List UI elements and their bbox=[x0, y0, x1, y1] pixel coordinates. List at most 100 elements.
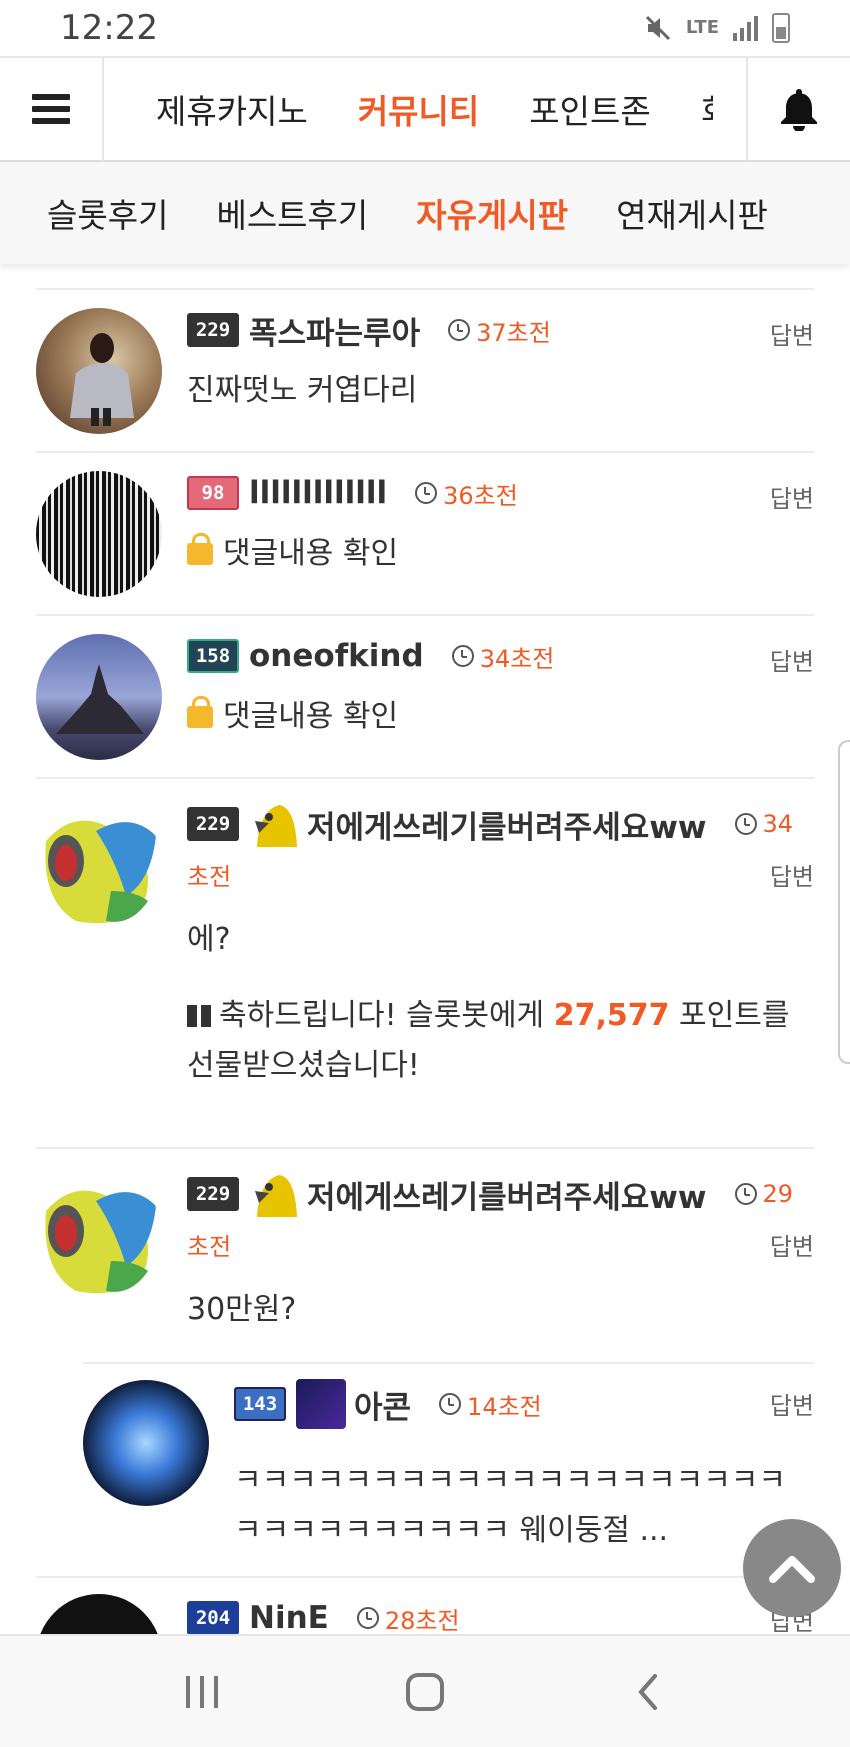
mute-icon bbox=[645, 15, 670, 41]
gift-icon bbox=[187, 1005, 211, 1027]
username[interactable]: NinE bbox=[249, 1600, 329, 1636]
character-badge-icon bbox=[296, 1379, 346, 1429]
recent-apps-button[interactable] bbox=[162, 1662, 242, 1722]
home-icon bbox=[405, 1672, 444, 1711]
timestamp: 28초전 bbox=[356, 1601, 460, 1636]
bell-icon bbox=[781, 89, 817, 131]
back-button[interactable] bbox=[608, 1662, 688, 1722]
reply-button[interactable]: 답변 bbox=[770, 1227, 814, 1262]
tab-point-zone[interactable]: 포인트존 bbox=[529, 85, 650, 133]
timestamp: 34 bbox=[734, 810, 793, 838]
clock-icon bbox=[734, 1183, 757, 1205]
battery-icon bbox=[772, 13, 790, 43]
subtab-serial-board[interactable]: 연재게시판 bbox=[616, 189, 768, 237]
username[interactable]: 아콘 bbox=[354, 1382, 411, 1427]
reply-button[interactable]: 답변 bbox=[770, 1386, 814, 1421]
lock-icon bbox=[187, 533, 213, 565]
subtab-best-review[interactable]: 베스트후기 bbox=[216, 189, 368, 237]
notification-button[interactable] bbox=[746, 57, 850, 161]
recent-apps-icon bbox=[185, 1675, 218, 1708]
comment-text: 에? bbox=[187, 922, 231, 957]
hamburger-icon bbox=[32, 88, 70, 130]
avatar[interactable] bbox=[36, 471, 162, 597]
timestamp: 29 bbox=[734, 1180, 793, 1208]
gift-points: 27,577 bbox=[553, 998, 670, 1033]
clock-icon bbox=[451, 645, 474, 667]
username[interactable]: lllllllllllll bbox=[249, 475, 387, 511]
timestamp: 37초전 bbox=[448, 313, 551, 348]
level-badge: 98 bbox=[187, 476, 239, 510]
username[interactable]: 폭스파는루아 bbox=[249, 308, 420, 353]
back-icon bbox=[638, 1673, 658, 1710]
comment-text: 30만원? bbox=[187, 1292, 297, 1327]
status-icons: LTE bbox=[644, 13, 790, 43]
scroll-top-button[interactable] bbox=[743, 1519, 841, 1617]
signal-icon bbox=[733, 15, 758, 41]
reply-comment-item: 143 아콘 14초전 답변 ㅋㅋㅋㅋㅋㅋㅋㅋㅋㅋㅋㅋㅋㅋㅋㅋㅋㅋㅋㅋ ㅋㅋㅋㅋㅋ… bbox=[83, 1362, 814, 1576]
tab-partner-casino[interactable]: 제휴카지노 bbox=[156, 85, 308, 133]
tab-community[interactable]: 커뮤니티 bbox=[358, 85, 479, 133]
clock-icon bbox=[448, 319, 471, 341]
parrot-badge-icon bbox=[249, 1169, 299, 1219]
avatar[interactable] bbox=[36, 1171, 162, 1297]
status-time: 12:22 bbox=[60, 8, 158, 48]
parrot-badge-icon bbox=[249, 799, 299, 849]
comment-meta: 229 저에게쓰레기를버려주세요ww 29 bbox=[187, 1169, 814, 1219]
level-badge: 204 bbox=[187, 1601, 239, 1635]
reply-button[interactable]: 답변 bbox=[770, 479, 814, 514]
comment-meta: 204 NinE 28초전 bbox=[187, 1598, 814, 1638]
timestamp: 34초전 bbox=[451, 639, 554, 674]
avatar[interactable] bbox=[36, 634, 162, 760]
comment-meta: 229 저에게쓰레기를버려주세요ww 34 bbox=[187, 799, 814, 849]
level-badge: 143 bbox=[234, 1387, 286, 1421]
level-badge: 229 bbox=[187, 807, 239, 841]
avatar[interactable] bbox=[83, 1380, 209, 1506]
username[interactable]: 저에게쓰레기를버려주세요ww bbox=[307, 1172, 707, 1217]
comment-item: 158 oneofkind 34초전 답변 댓글내용 확인 bbox=[36, 614, 814, 777]
subtab-slot-review[interactable]: 슬롯후기 bbox=[47, 189, 168, 237]
sub-nav: 슬롯후기 베스트후기 자유게시판 연재게시판 bbox=[0, 162, 850, 264]
edge-panel-handle[interactable] bbox=[838, 740, 850, 1064]
timestamp-suffix: 초전 bbox=[187, 863, 232, 891]
username[interactable]: oneofkind bbox=[249, 638, 424, 674]
top-nav: 제휴카지노 커뮤니티 포인트존 회 bbox=[0, 56, 850, 162]
network-label: LTE bbox=[685, 17, 719, 38]
timestamp-suffix: 초전 bbox=[187, 1233, 232, 1261]
comment-meta: 158 oneofkind 34초전 bbox=[187, 638, 814, 674]
clock-icon bbox=[439, 1393, 462, 1415]
comment-item: 98 lllllllllllll 36초전 답변 댓글내용 확인 bbox=[36, 451, 814, 614]
comment-text-locked: 댓글내용 확인 bbox=[187, 529, 800, 579]
level-badge: 158 bbox=[187, 639, 239, 673]
reply-button[interactable]: 답변 bbox=[770, 857, 814, 892]
menu-button[interactable] bbox=[0, 57, 104, 161]
avatar[interactable] bbox=[36, 801, 162, 927]
tab-more[interactable]: 회 bbox=[701, 85, 713, 133]
comment-meta: 98 lllllllllllll 36초전 bbox=[187, 475, 814, 511]
timestamp: 14초전 bbox=[439, 1387, 542, 1422]
home-button[interactable] bbox=[385, 1662, 465, 1722]
lock-icon bbox=[187, 696, 213, 728]
level-badge: 229 bbox=[187, 1177, 239, 1211]
avatar[interactable] bbox=[36, 308, 162, 434]
clock-icon bbox=[415, 482, 438, 504]
comment-text: ㅋㅋㅋㅋㅋㅋㅋㅋㅋㅋㅋㅋㅋㅋㅋㅋㅋㅋㅋㅋ ㅋㅋㅋㅋㅋㅋㅋㅋㅋㅋ 웨이둥절 ... bbox=[234, 1463, 786, 1548]
top-nav-tabs: 제휴카지노 커뮤니티 포인트존 회 bbox=[104, 57, 746, 161]
comment-meta: 143 아콘 14초전 bbox=[234, 1378, 814, 1430]
gift-message: 축하드립니다! 슬롯봇에게 27,577 포인트를 선물받으셨습니다! bbox=[187, 998, 790, 1083]
reply-button[interactable]: 답변 bbox=[770, 642, 814, 677]
clock-icon bbox=[734, 813, 757, 835]
comment-meta: 229 폭스파는루아 37초전 bbox=[187, 312, 814, 352]
username[interactable]: 저에게쓰레기를버려주세요ww bbox=[307, 802, 707, 847]
comment-item: 229 저에게쓰레기를버려주세요ww 29 초전 답변 30만원? bbox=[36, 1147, 814, 1362]
comment-item: 229 폭스파는루아 37초전 답변 진짜떳노 커엽다리 bbox=[36, 288, 814, 451]
comment-text: 진짜떳노 커엽다리 bbox=[187, 373, 418, 408]
status-bar: 12:22 LTE bbox=[0, 0, 850, 56]
subtab-free-board[interactable]: 자유게시판 bbox=[416, 189, 568, 237]
clock-icon bbox=[356, 1607, 379, 1629]
comment-text-locked: 댓글내용 확인 bbox=[187, 692, 800, 742]
timestamp: 36초전 bbox=[415, 476, 518, 511]
reply-button[interactable]: 답변 bbox=[770, 316, 814, 351]
system-nav-bar bbox=[0, 1634, 850, 1747]
comment-item: 229 저에게쓰레기를버려주세요ww 34 초전 답변 에? 축하드립니다! 슬… bbox=[36, 777, 814, 1147]
level-badge: 229 bbox=[187, 313, 239, 347]
